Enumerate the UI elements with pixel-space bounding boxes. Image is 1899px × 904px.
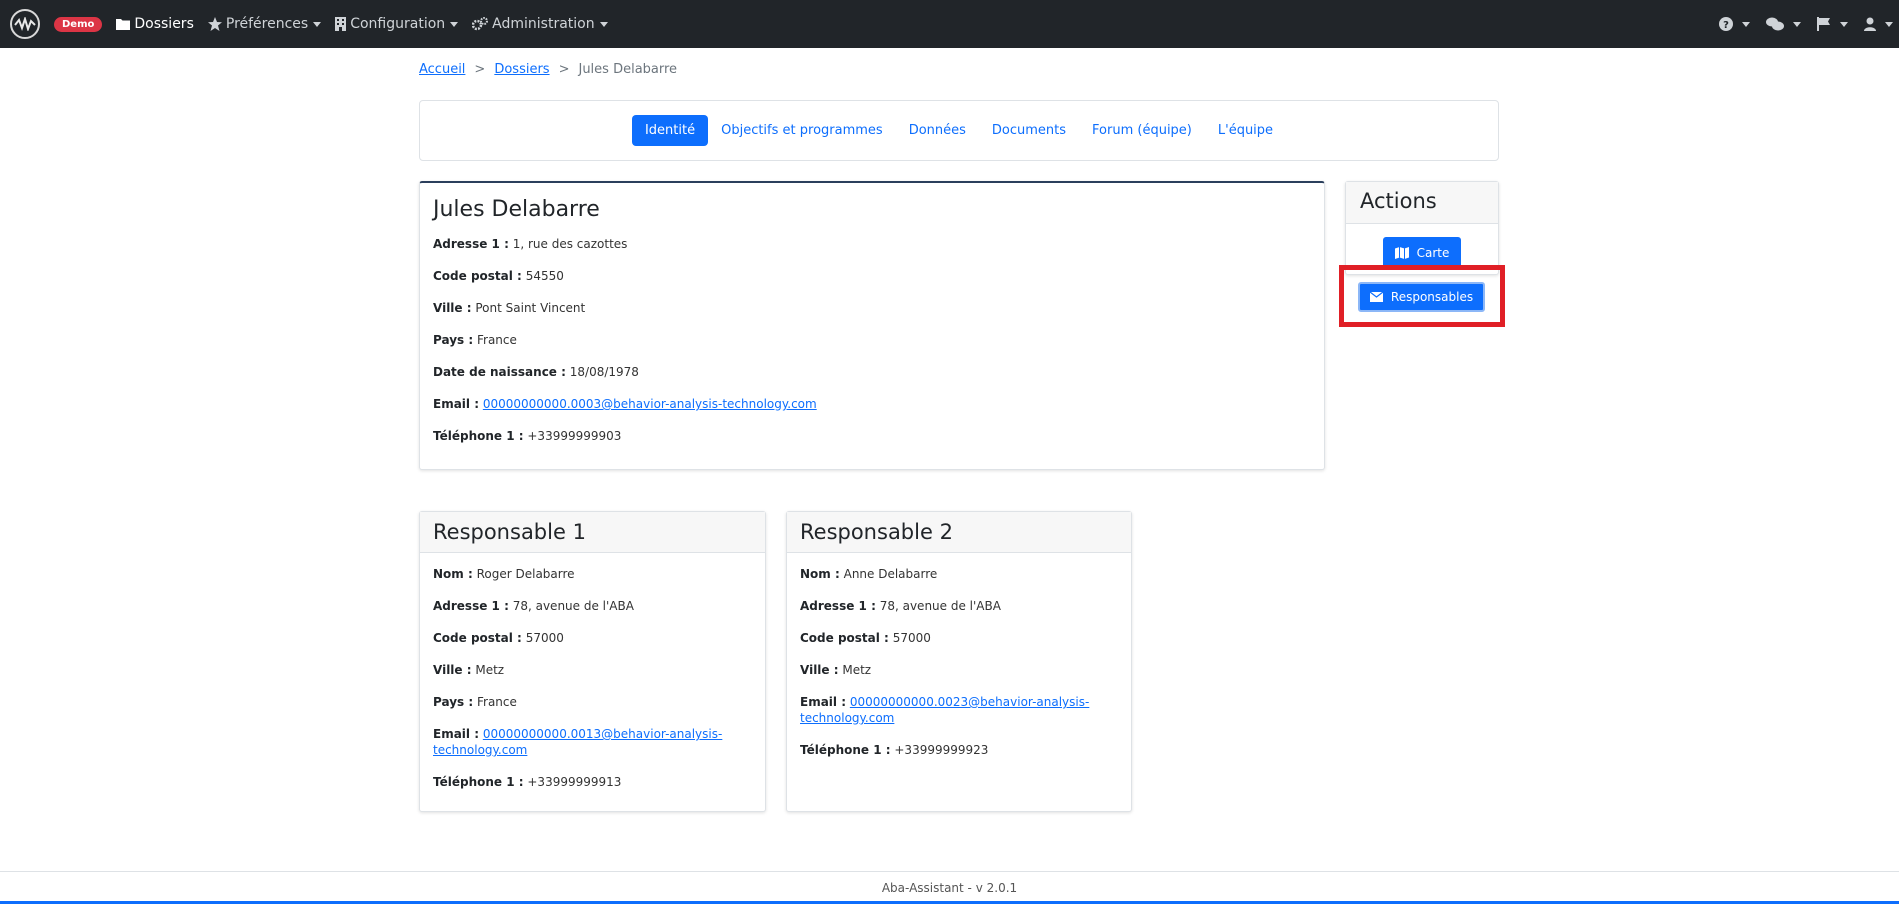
carte-button[interactable]: Carte	[1383, 237, 1461, 268]
patient-phone: Téléphone 1 : +33999999903	[433, 429, 622, 443]
responsable-2-name: Nom : Anne Delabarre	[800, 567, 938, 581]
actions-title: Actions	[1346, 182, 1498, 224]
responsable-2-card: Responsable 2 Nom : Anne Delabarre Adres…	[786, 511, 1132, 812]
flag-icon	[1817, 17, 1830, 31]
tab-documents[interactable]: Documents	[979, 115, 1079, 146]
navbar-right: ?	[1703, 0, 1893, 48]
breadcrumb: Accueil > Dossiers > Jules Delabarre	[419, 62, 677, 77]
tab-donnees[interactable]: Données	[896, 115, 979, 146]
building-icon	[335, 17, 347, 31]
chevron-down-icon	[1840, 21, 1848, 27]
flag-menu[interactable]	[1817, 17, 1848, 31]
carte-button-label: Carte	[1416, 245, 1450, 260]
nav-dossiers-label: Dossiers	[134, 16, 194, 32]
breadcrumb-separator: >	[558, 62, 570, 77]
responsable-2-email: Email : 00000000000.0023@behavior-analys…	[800, 695, 1090, 725]
responsable-1-country: Pays : France	[433, 695, 517, 709]
responsable-1-postal-code: Code postal : 57000	[433, 631, 564, 645]
help-icon: ?	[1719, 17, 1733, 31]
breadcrumb-dossiers-link[interactable]: Dossiers	[494, 62, 549, 77]
user-menu[interactable]	[1864, 17, 1893, 31]
breadcrumb-current: Jules Delabarre	[578, 62, 678, 77]
chevron-down-icon	[1742, 21, 1750, 27]
patient-email-link[interactable]: 00000000000.0003@behavior-analysis-techn…	[483, 397, 817, 411]
chevron-down-icon	[599, 21, 608, 27]
chevron-down-icon	[1793, 21, 1801, 27]
chevron-down-icon	[450, 21, 459, 27]
tab-identite[interactable]: Identité	[631, 115, 709, 146]
star-icon	[207, 17, 222, 31]
folder-icon	[116, 19, 131, 30]
responsable-2-title: Responsable 2	[787, 512, 1131, 553]
help-menu[interactable]: ?	[1719, 17, 1750, 31]
tab-forum[interactable]: Forum (équipe)	[1079, 115, 1205, 146]
svg-text:?: ?	[1723, 20, 1729, 31]
patient-country: Pays : France	[433, 333, 517, 347]
nav-preferences[interactable]: Préférences	[207, 16, 322, 32]
highlight-box	[1339, 265, 1505, 327]
nav-preferences-label: Préférences	[225, 16, 309, 32]
tabs-bar: Identité Objectifs et programmes Données…	[419, 100, 1499, 161]
chevron-down-icon	[1885, 21, 1893, 27]
demo-badge: Demo	[54, 16, 103, 32]
chat-menu[interactable]	[1766, 17, 1801, 31]
tab-equipe[interactable]: L'équipe	[1205, 115, 1286, 146]
footer: Aba-Assistant - v 2.0.1	[0, 871, 1899, 904]
patient-email: Email : 00000000000.0003@behavior-analys…	[433, 397, 817, 411]
responsable-1-address: Adresse 1 : 78, avenue de l'ABA	[433, 599, 634, 613]
responsable-2-phone: Téléphone 1 : +33999999923	[800, 743, 989, 757]
top-navbar: Demo Dossiers Préférences Configuration …	[0, 0, 1899, 48]
nav-configuration-label: Configuration	[350, 16, 446, 32]
patient-postal-code: Code postal : 54550	[433, 269, 564, 283]
map-icon	[1394, 246, 1409, 259]
responsable-1-email: Email : 00000000000.0013@behavior-analys…	[433, 727, 723, 757]
chat-icon	[1766, 17, 1784, 31]
gears-icon	[472, 17, 489, 31]
responsable-1-title: Responsable 1	[420, 512, 765, 553]
patient-city: Ville : Pont Saint Vincent	[433, 301, 586, 315]
nav-dossiers[interactable]: Dossiers	[116, 16, 194, 32]
responsable-1-phone: Téléphone 1 : +33999999913	[433, 775, 622, 789]
responsable-2-address: Adresse 1 : 78, avenue de l'ABA	[800, 599, 1001, 613]
responsable-1-card: Responsable 1 Nom : Roger Delabarre Adre…	[419, 511, 766, 812]
tab-objectifs[interactable]: Objectifs et programmes	[708, 115, 896, 146]
patient-card: Jules Delabarre Adresse 1 : 1, rue des c…	[419, 181, 1325, 470]
breadcrumb-separator: >	[474, 62, 486, 77]
responsable-1-name: Nom : Roger Delabarre	[433, 567, 575, 581]
responsable-2-postal-code: Code postal : 57000	[800, 631, 931, 645]
footer-version: Aba-Assistant - v 2.0.1	[881, 881, 1018, 895]
nav-configuration[interactable]: Configuration	[335, 16, 459, 32]
chevron-down-icon	[313, 21, 322, 27]
responsable-1-city: Ville : Metz	[433, 663, 505, 677]
patient-address: Adresse 1 : 1, rue des cazottes	[433, 237, 628, 251]
patient-name: Jules Delabarre	[433, 197, 600, 222]
user-icon	[1864, 17, 1876, 31]
nav-administration[interactable]: Administration	[472, 16, 608, 32]
nav-administration-label: Administration	[492, 16, 595, 32]
responsable-2-city: Ville : Metz	[800, 663, 872, 677]
app-logo-icon[interactable]	[10, 9, 40, 39]
patient-birthdate: Date de naissance : 18/08/1978	[433, 365, 639, 379]
breadcrumb-home-link[interactable]: Accueil	[419, 62, 465, 77]
